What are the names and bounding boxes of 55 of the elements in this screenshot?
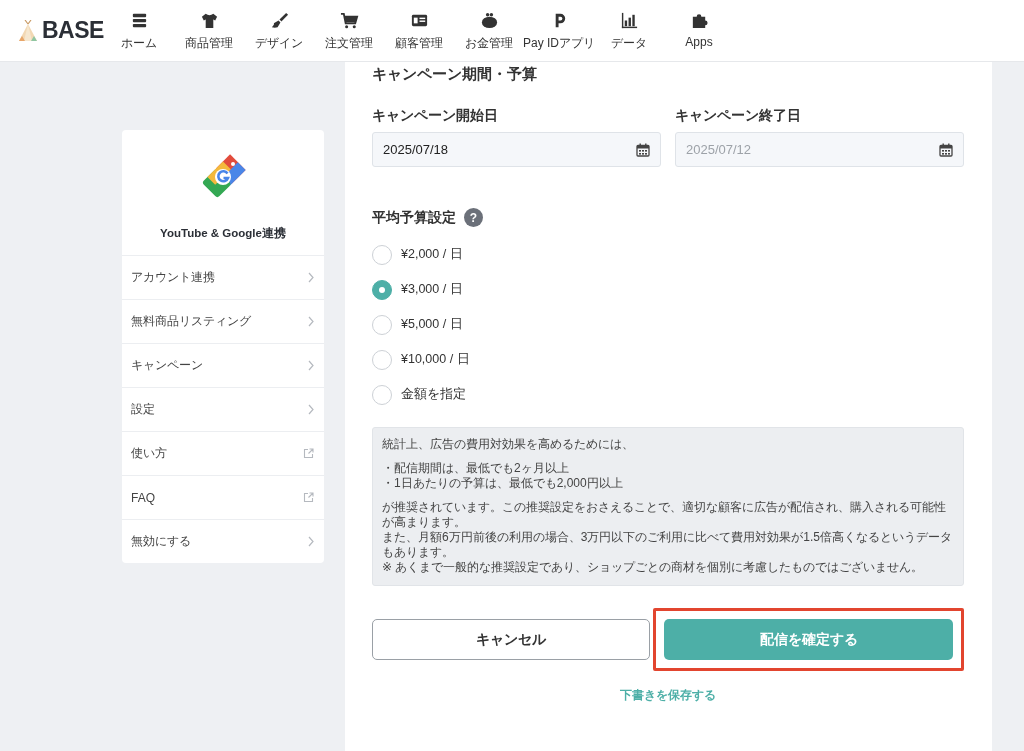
radio-label: 金額を指定 xyxy=(401,386,466,403)
bar-chart-icon xyxy=(619,11,639,30)
budget-label: 平均予算設定 xyxy=(372,208,456,227)
nav-link[interactable]: 注文管理 xyxy=(314,9,384,52)
sidebar-item[interactable]: アカウント連携 xyxy=(122,255,324,299)
external-link-icon xyxy=(303,448,314,459)
brush-icon xyxy=(269,11,289,30)
help-icon[interactable]: ? xyxy=(464,208,483,227)
tshirt-icon xyxy=(199,11,219,30)
date-input[interactable]: 2025/07/18 xyxy=(383,142,636,157)
nav-link[interactable]: 顧客管理 xyxy=(384,9,454,52)
notice-text: また、月額6万円前後の利用の場合、3万円以下のご利用に比べて費用対効果が1.5倍高くなるというデータもあります。 xyxy=(382,530,954,560)
notice-text: が推奨されています。この推奨設定をおさえることで、適切な顧客に広告が配信され、購入される可能性が高まります。 xyxy=(382,500,947,530)
tent-logo-icon xyxy=(18,19,38,42)
radio-label: ¥3,000 / 日 xyxy=(401,281,463,298)
chevron-right-icon xyxy=(308,360,314,371)
start-date-label: キャンペーン開始日 xyxy=(372,107,499,125)
sidebar-item[interactable]: FAQ xyxy=(122,475,324,519)
sidebar-title: YouTube & Google連携 xyxy=(160,226,286,241)
sidebar-item[interactable]: 使い方 xyxy=(122,431,324,475)
nav-link[interactable]: ホーム xyxy=(104,9,174,52)
section-title: キャンペーン期間・予算 xyxy=(372,64,538,84)
calendar-icon xyxy=(636,142,650,157)
radio-button[interactable] xyxy=(372,279,392,300)
chevron-right-icon xyxy=(308,404,314,415)
radio-label: ¥10,000 / 日 xyxy=(401,351,470,368)
date-field[interactable]: 2025/07/12 xyxy=(675,132,964,167)
end-date-label: キャンペーン終了日 xyxy=(675,107,802,125)
chevron-right-icon xyxy=(308,272,314,283)
nav-link[interactable]: 商品管理 xyxy=(174,9,244,52)
sidebar-item[interactable]: キャンペーン xyxy=(122,343,324,387)
notice-text: ※ あくまで一般的な推奨設定であり、ショップごとの商材を個別に考慮したものではございません。 xyxy=(382,560,925,575)
cart-icon xyxy=(339,11,359,30)
sidebar-item[interactable]: 設定 xyxy=(122,387,324,431)
notice-bullet: ・配信期間は、最低でも2ヶ月以上 xyxy=(382,461,570,476)
chevron-right-icon xyxy=(308,536,314,547)
date-input[interactable]: 2025/07/12 xyxy=(686,142,939,157)
external-link-icon xyxy=(303,492,314,503)
cancel-button[interactable]: キャンセル xyxy=(372,619,650,660)
sidebar-item[interactable]: 無料商品リスティング xyxy=(122,299,324,343)
nav-link[interactable]: お金管理 xyxy=(454,9,524,52)
date-field[interactable]: 2025/07/18 xyxy=(372,132,661,167)
nav-link[interactable]: デザイン xyxy=(244,9,314,52)
calendar-icon xyxy=(939,142,953,157)
brand-logo-text: BASE xyxy=(42,17,104,44)
notice-text: 統計上、広告の費用対効果を高めるためには、 xyxy=(382,437,635,452)
nav-link[interactable]: Pay IDアプリ xyxy=(524,9,594,52)
notice-bullet: ・1日あたりの予算は、最低でも2,000円以上 xyxy=(382,476,624,491)
sidebar-item[interactable]: 無効にする xyxy=(122,519,324,563)
radio-label: ¥2,000 / 日 xyxy=(401,246,463,263)
purse-icon xyxy=(479,11,499,30)
nav-link[interactable]: データ xyxy=(594,9,664,52)
nav-link[interactable]: Apps xyxy=(664,9,734,52)
chevron-right-icon xyxy=(308,316,314,327)
radio-label: ¥5,000 / 日 xyxy=(401,316,463,333)
